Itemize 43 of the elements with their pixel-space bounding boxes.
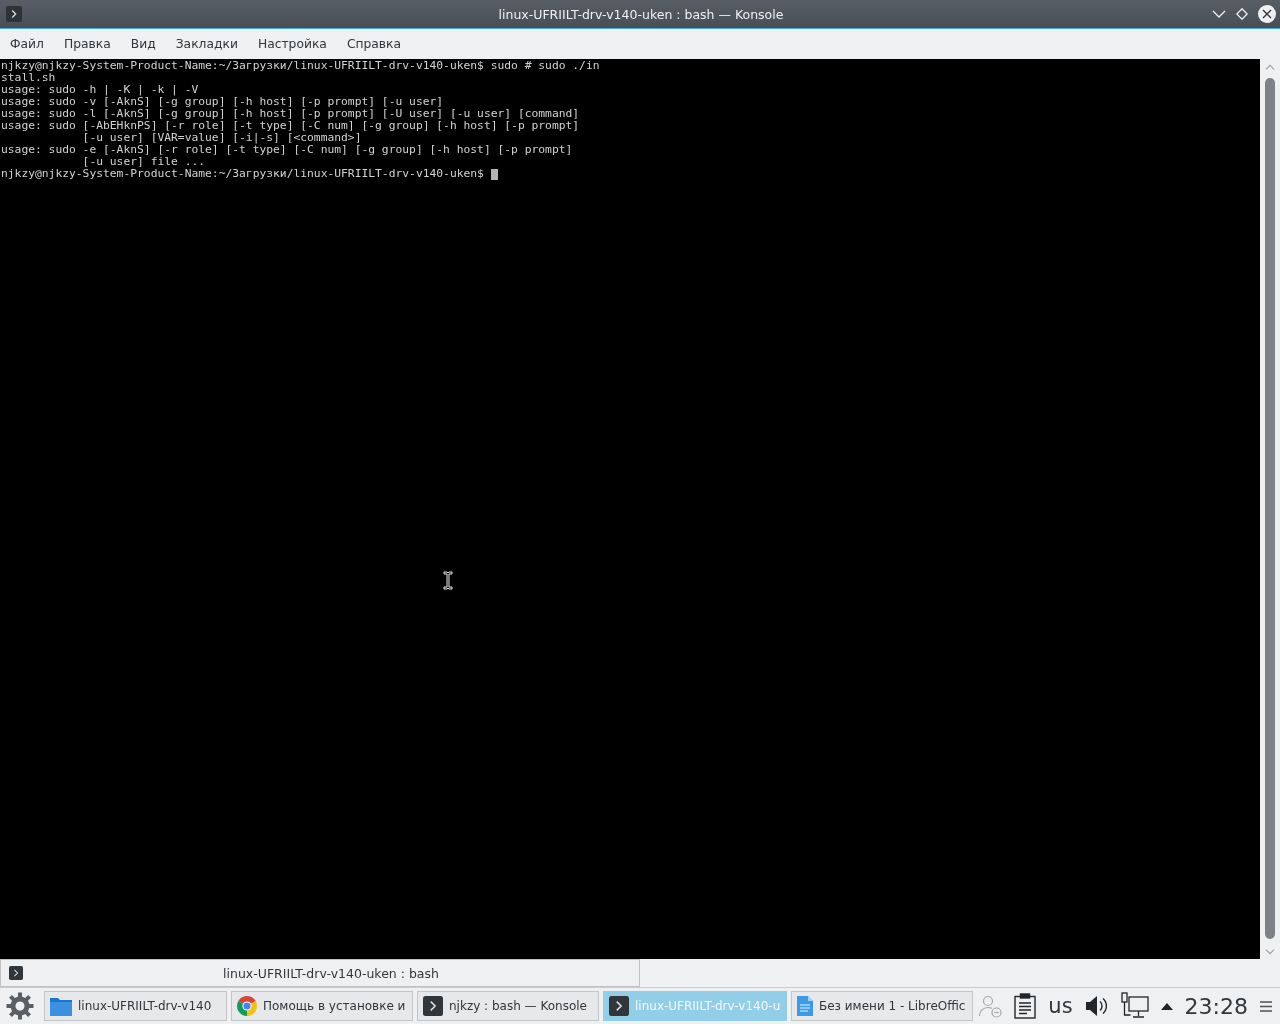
minimize-icon[interactable]	[1212, 10, 1226, 18]
document-icon	[797, 996, 813, 1016]
menu-item[interactable]: Файл	[0, 29, 54, 59]
session-tab[interactable]: linux-UFRIILT-drv-v140-uken : bash	[0, 959, 640, 987]
window-title: linux-UFRIILT-drv-v140-uken : bash — Konsole	[498, 6, 784, 22]
up-triangle-icon[interactable]	[1160, 1002, 1173, 1010]
color-wheel-icon	[237, 996, 257, 1016]
menu-item[interactable]: Правка	[54, 29, 121, 59]
menu-item[interactable]: Закладки	[165, 29, 248, 59]
close-icon[interactable]	[1258, 5, 1276, 23]
terminal-icon	[6, 6, 22, 22]
terminal-icon	[609, 996, 629, 1016]
keyboard-layout[interactable]: us	[1048, 994, 1073, 1018]
maximize-icon[interactable]	[1236, 8, 1248, 20]
terminal-line: usage: sudo -h | -K | -k | -V	[1, 84, 200, 96]
terminal-line: [-u user] [VAR=value] [-i|-s] [<command>]	[81, 132, 363, 144]
scrollbar-thumb[interactable]	[1265, 78, 1275, 939]
terminal-icon	[9, 966, 23, 980]
terminal-icon	[423, 996, 443, 1016]
terminal-prompt: njkzy@njkzy-System-Product-Name:~/Загрузки/linux-UFRIILT-drv-v140-uken$	[1, 168, 484, 180]
menu-icon[interactable]	[1260, 1000, 1272, 1012]
terminal-line: stall.sh	[1, 72, 57, 84]
gear-icon[interactable]	[5, 991, 35, 1021]
terminal-line: usage: sudo -l [-AknS] [-g group] [-h host] [-p prompt] [-U user] [-u user] [command]	[1, 108, 581, 120]
terminal-line: njkzy@njkzy-System-Product-Name:~/Загрузки/linux-UFRIILT-drv-v140-uken$ sudo # sudo ./in	[1, 60, 601, 72]
menu-item[interactable]: Настройка	[247, 29, 337, 59]
task-button[interactable]: Без имени 1 - LibreOffic	[791, 991, 973, 1021]
block-cursor-icon	[490, 168, 498, 180]
terminal-line: usage: sudo [-AbEHknPS] [-r role] [-t type] [-C num] [-g group] [-h host] [-p prompt]	[1, 120, 581, 132]
clock[interactable]: 23:28	[1184, 993, 1248, 1019]
terminal-line: usage: sudo -e [-AknS] [-r role] [-t type] [-C num] [-g group] [-h host] [-p prompt]	[1, 144, 574, 156]
clipboard-icon[interactable]	[1014, 993, 1037, 1019]
text-cursor-icon	[443, 571, 453, 590]
terminal-line: [-u user] file ...	[81, 156, 207, 168]
network-icon[interactable]	[1120, 992, 1149, 1020]
menu-item[interactable]: Вид	[120, 29, 166, 59]
task-button[interactable]: njkzy : bash — Konsole	[417, 991, 599, 1021]
folder-icon	[50, 996, 72, 1016]
terminal-line: usage: sudo -v [-AknS] [-g group] [-h host] [-p prompt] [-u user]	[1, 96, 445, 108]
menu-item[interactable]: Справка	[336, 29, 412, 59]
speaker-icon[interactable]	[1084, 994, 1109, 1018]
task-button[interactable]: linux-UFRIILT-drv-v140	[44, 991, 227, 1021]
task-button[interactable]: Помощь в установке и	[231, 991, 413, 1021]
